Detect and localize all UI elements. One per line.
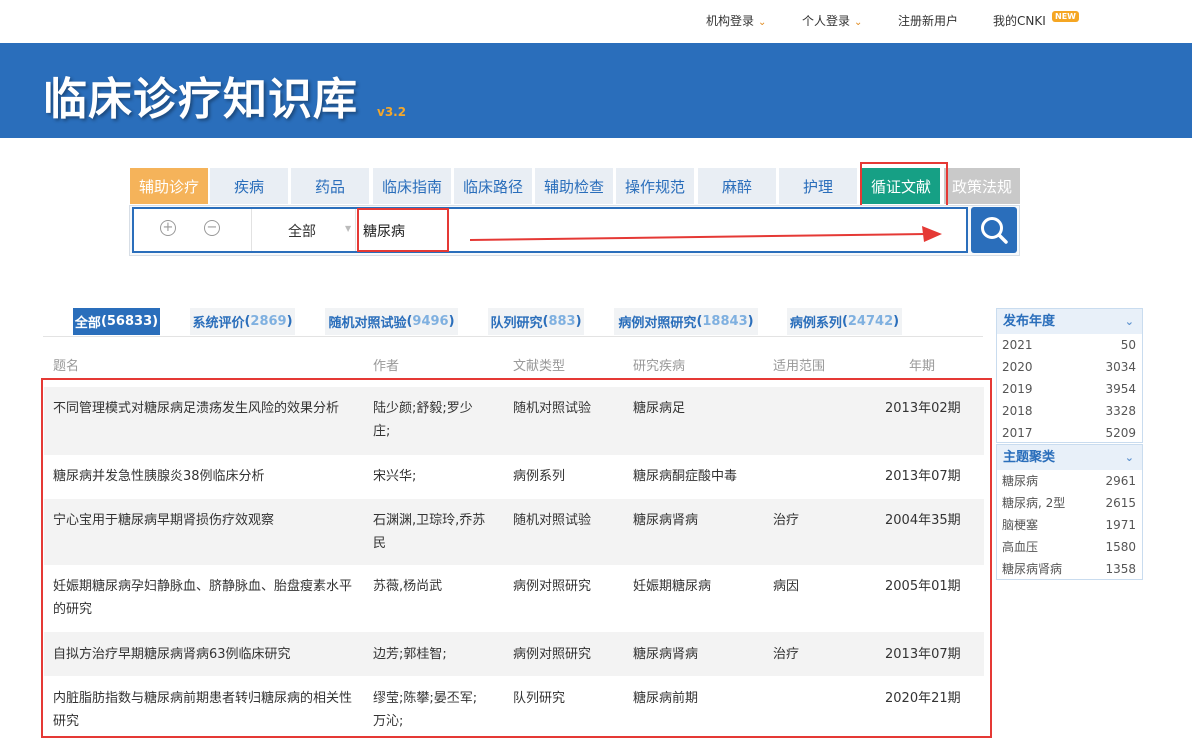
filter-label: 全部 xyxy=(74,316,101,331)
topic-label: 糖尿病肾病 xyxy=(1002,562,1063,576)
year-item[interactable]: 2017 5209 xyxy=(997,422,1142,444)
header-author[interactable]: 作者 xyxy=(373,355,399,374)
filter-count: 24742 xyxy=(847,314,894,329)
topic-count: 1358 xyxy=(1105,562,1136,576)
topic-item[interactable]: 糖尿病, 2型 2615 xyxy=(997,492,1142,514)
filter-count: 9496 xyxy=(412,314,449,329)
tab-clinical-pathway[interactable]: 临床路径 xyxy=(454,168,532,204)
evidence-tab-highlight xyxy=(860,162,948,211)
year-label: 2021 xyxy=(1002,338,1033,352)
tab-clinical-guideline[interactable]: 临床指南 xyxy=(373,168,451,204)
topic-count: 2961 xyxy=(1105,474,1136,488)
topic-label: 糖尿病, 2型 xyxy=(1002,496,1066,510)
results-highlight xyxy=(41,378,992,738)
filter-systematic-review[interactable]: 系统评价(2869) xyxy=(190,308,295,335)
caret-down-icon[interactable]: ▼ xyxy=(345,224,351,233)
topic-label: 高血压 xyxy=(1002,540,1039,554)
year-count: 3954 xyxy=(1105,382,1136,396)
year-label: 2018 xyxy=(1002,404,1033,418)
filter-case-series[interactable]: 病例系列(24742) xyxy=(787,308,902,335)
header-scope[interactable]: 适用范围 xyxy=(773,355,825,374)
year-label: 2017 xyxy=(1002,426,1033,440)
topic-facet-header[interactable]: 主题聚类 ⌄ xyxy=(997,445,1142,470)
tab-operation-spec[interactable]: 操作规范 xyxy=(616,168,694,204)
filter-label: 系统评价 xyxy=(192,316,245,331)
filter-divider xyxy=(43,336,983,337)
search-divider xyxy=(355,209,356,251)
year-item[interactable]: 2018 3328 xyxy=(997,400,1142,422)
topic-item[interactable]: 糖尿病 2961 xyxy=(997,470,1142,492)
year-label: 2019 xyxy=(1002,382,1033,396)
year-count: 5209 xyxy=(1105,426,1136,440)
header-period[interactable]: 年期 xyxy=(909,355,935,374)
topic-item[interactable]: 高血压 1580 xyxy=(997,536,1142,558)
header-disease[interactable]: 研究疾病 xyxy=(633,355,685,374)
personal-login-label: 个人登录 xyxy=(802,14,851,28)
year-count: 50 xyxy=(1120,338,1136,352)
topic-count: 2615 xyxy=(1105,496,1136,510)
filter-all[interactable]: 全部(56833) xyxy=(73,308,160,335)
search-icon xyxy=(981,217,1008,244)
filter-count: 2869 xyxy=(250,314,287,329)
year-facet-header[interactable]: 发布年度 ⌄ xyxy=(997,309,1142,334)
version-label: v3.2 xyxy=(377,105,407,119)
tab-auxiliary-exam[interactable]: 辅助检查 xyxy=(535,168,613,204)
tab-disease[interactable]: 疾病 xyxy=(210,168,288,204)
tab-drugs[interactable]: 药品 xyxy=(291,168,369,204)
topic-facet-panel: 主题聚类 ⌄ 糖尿病 2961 糖尿病, 2型 2615 脑梗塞 1971 高血压 15… xyxy=(996,444,1143,580)
banner: 临床诊疗知识库 v3.2 xyxy=(0,43,1192,138)
filter-count: 56833 xyxy=(106,314,153,329)
filter-count: 883 xyxy=(548,314,576,329)
annotation-arrow xyxy=(469,226,942,242)
header-type[interactable]: 文献类型 xyxy=(513,355,565,374)
double-chevron-down-icon[interactable]: ⌄ xyxy=(1125,309,1134,334)
tab-policy-regulation[interactable]: 政策法规 xyxy=(944,168,1020,204)
year-count: 3328 xyxy=(1105,404,1136,418)
year-label: 2020 xyxy=(1002,360,1033,374)
filter-label: 病例对照研究 xyxy=(618,316,697,331)
tab-nursing[interactable]: 护理 xyxy=(779,168,857,204)
double-chevron-down-icon[interactable]: ⌄ xyxy=(1125,445,1134,470)
filter-case-control[interactable]: 病例对照研究(18843) xyxy=(614,308,758,335)
topic-count: 1971 xyxy=(1105,518,1136,532)
topic-item[interactable]: 脑梗塞 1971 xyxy=(997,514,1142,536)
register-link[interactable]: 注册新用户 xyxy=(898,12,958,29)
institution-login-link[interactable]: 机构登录 ⌄ xyxy=(706,12,766,29)
institution-login-label: 机构登录 xyxy=(706,14,755,28)
year-facet-panel: 发布年度 ⌄ 2021 50 2020 3034 2019 3954 2018 3328… xyxy=(996,308,1143,443)
topic-label: 脑梗塞 xyxy=(1002,518,1039,532)
site-title: 临床诊疗知识库 xyxy=(43,74,358,125)
query-highlight xyxy=(357,208,449,252)
scope-select[interactable]: 全部 xyxy=(288,221,316,241)
topic-count: 1580 xyxy=(1105,540,1136,554)
year-item[interactable]: 2021 50 xyxy=(997,334,1142,356)
year-count: 3034 xyxy=(1105,360,1136,374)
filter-rct[interactable]: 随机对照试验(9496) xyxy=(325,308,458,335)
plus-circle-icon[interactable]: + xyxy=(160,220,176,236)
filter-count: 18843 xyxy=(702,314,748,329)
filter-label: 病例系列 xyxy=(789,316,842,331)
chevron-down-icon: ⌄ xyxy=(854,17,863,28)
search-divider xyxy=(251,209,252,251)
filter-label: 随机对照试验 xyxy=(328,316,407,331)
filter-label: 队列研究 xyxy=(490,316,543,331)
year-item[interactable]: 2019 3954 xyxy=(997,378,1142,400)
topic-facet-title: 主题聚类 xyxy=(1003,450,1056,465)
topic-item[interactable]: 糖尿病肾病 1358 xyxy=(997,558,1142,580)
my-cnki-link[interactable]: 我的CNKI xyxy=(993,12,1046,29)
personal-login-link[interactable]: 个人登录 ⌄ xyxy=(802,12,862,29)
tab-anesthesia[interactable]: 麻醉 xyxy=(698,168,776,204)
year-item[interactable]: 2020 3034 xyxy=(997,356,1142,378)
topic-label: 糖尿病 xyxy=(1002,474,1039,488)
new-badge: NEW xyxy=(1052,11,1079,22)
tab-assist-diagnosis[interactable]: 辅助诊疗 xyxy=(130,168,208,204)
filter-cohort[interactable]: 队列研究(883) xyxy=(488,308,584,335)
year-facet-title: 发布年度 xyxy=(1003,314,1056,329)
minus-circle-icon[interactable]: − xyxy=(204,220,220,236)
top-bar: 机构登录 ⌄ 个人登录 ⌄ 注册新用户 我的CNKI NEW xyxy=(0,0,1192,43)
search-button[interactable] xyxy=(971,207,1017,253)
chevron-down-icon: ⌄ xyxy=(758,17,767,28)
header-title[interactable]: 题名 xyxy=(53,355,79,374)
